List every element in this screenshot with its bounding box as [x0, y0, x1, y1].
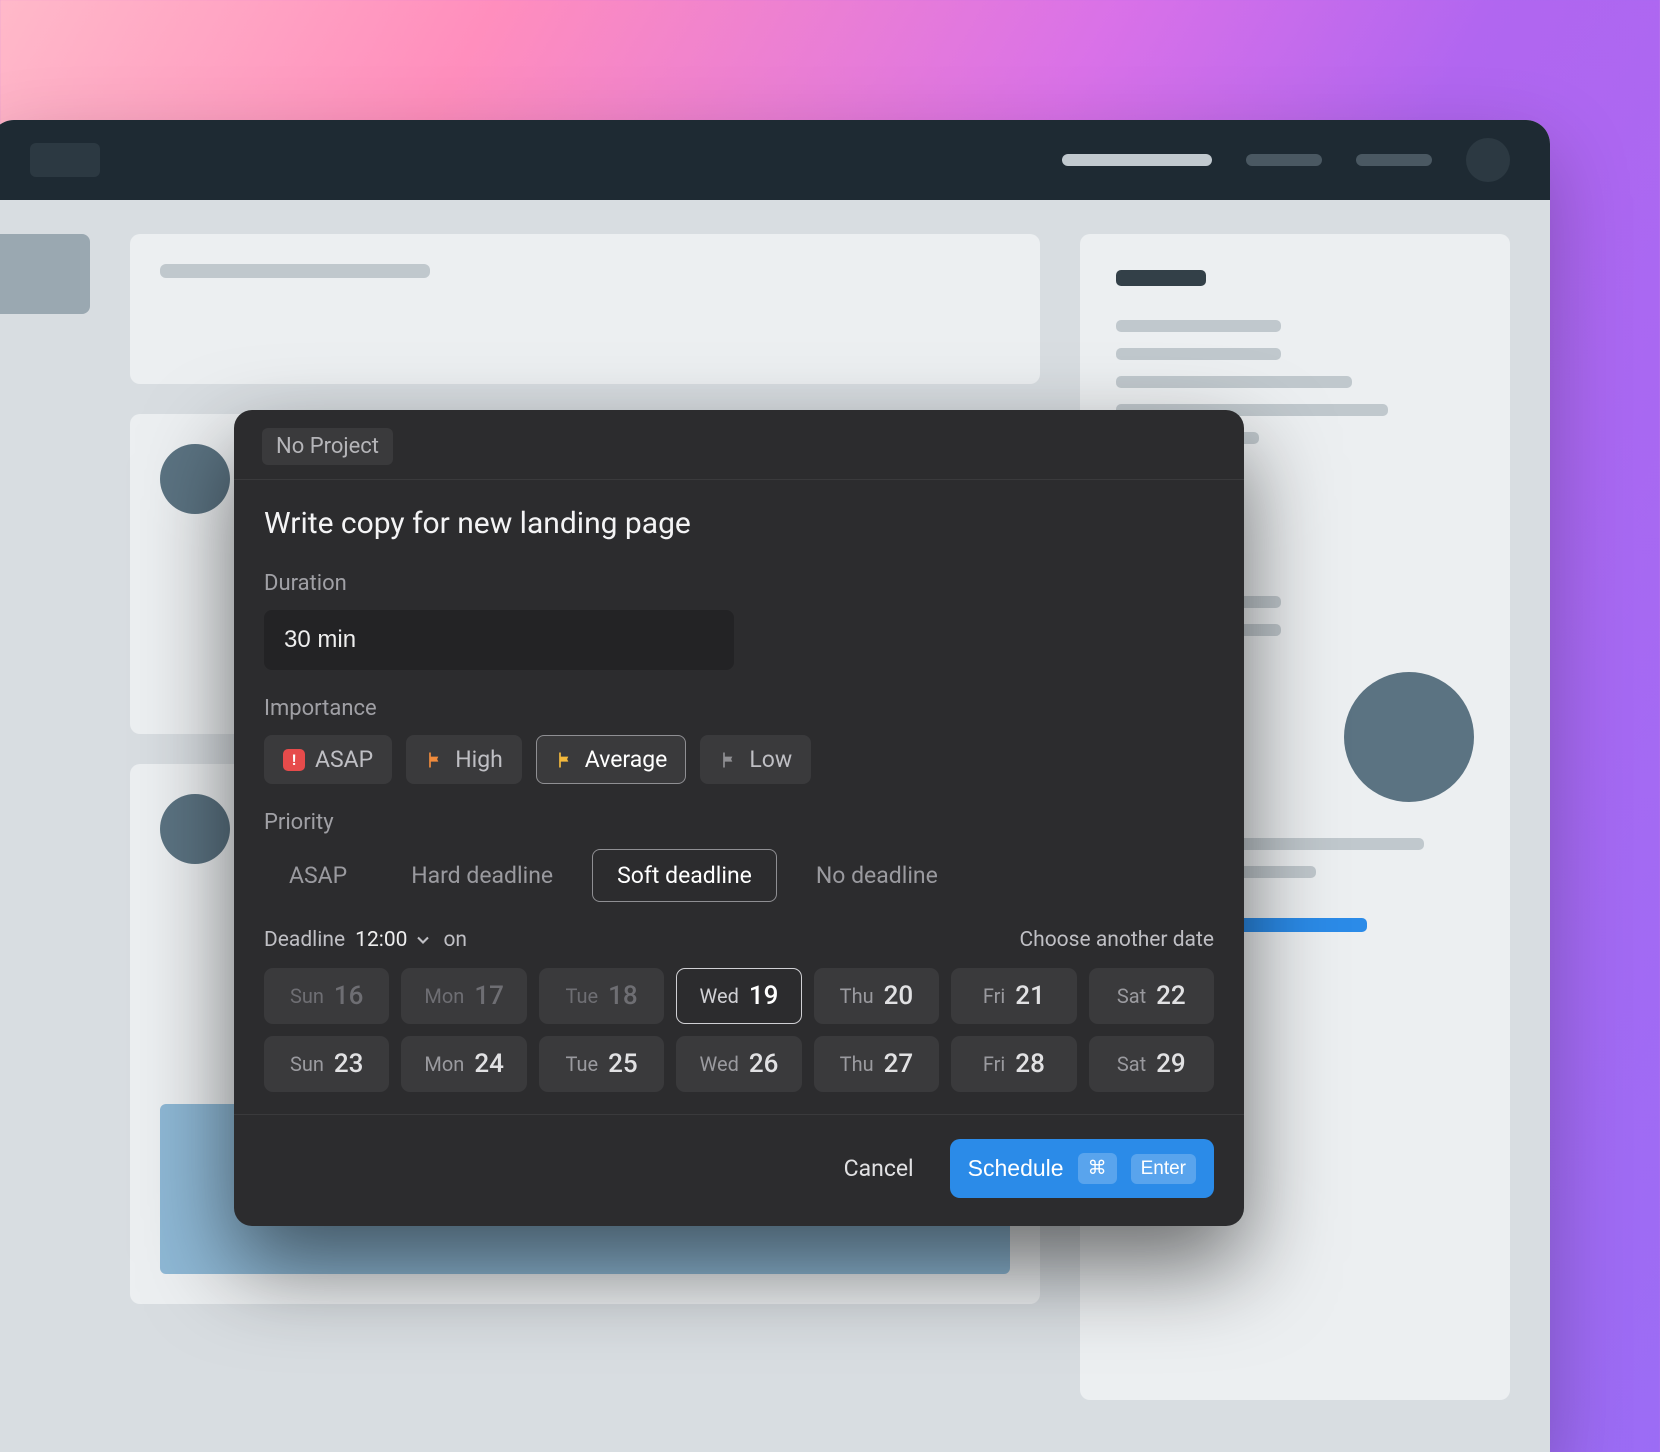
sidebar-placeholder: [0, 234, 90, 314]
importance-label: Importance: [264, 696, 1214, 721]
day-cell-24[interactable]: Mon 24: [401, 1036, 526, 1092]
day-number: 29: [1156, 1049, 1186, 1079]
day-of-week: Wed: [700, 1052, 739, 1076]
day-number: 21: [1015, 981, 1045, 1011]
day-of-week: Thu: [840, 984, 874, 1008]
importance-options: ! ASAP High Average Low: [264, 735, 1214, 784]
priority-option-none[interactable]: No deadline: [791, 849, 963, 902]
nav-placeholder: [1062, 154, 1212, 166]
day-cell-28[interactable]: Fri 28: [951, 1036, 1076, 1092]
day-of-week: Sat: [1117, 1052, 1146, 1076]
app-header: [0, 120, 1550, 200]
day-number: 17: [474, 981, 504, 1011]
day-cell-25[interactable]: Tue 25: [539, 1036, 664, 1092]
brand-placeholder: [30, 143, 100, 177]
day-of-week: Mon: [424, 984, 464, 1008]
schedule-button[interactable]: Schedule ⌘ Enter: [950, 1139, 1214, 1198]
schedule-task-modal: No Project Write copy for new landing pa…: [234, 410, 1244, 1226]
importance-option-high[interactable]: High: [406, 735, 522, 784]
flag-icon: [555, 750, 575, 770]
day-number: 28: [1015, 1049, 1045, 1079]
priority-label: Priority: [264, 810, 1214, 835]
day-number: 23: [334, 1049, 364, 1079]
flag-icon: [719, 750, 739, 770]
day-number: 19: [749, 981, 779, 1011]
importance-option-label: High: [455, 746, 503, 773]
nav-placeholder: [1356, 154, 1432, 166]
importance-option-label: Low: [749, 746, 792, 773]
day-number: 26: [749, 1049, 779, 1079]
day-cell-23[interactable]: Sun 23: [264, 1036, 389, 1092]
day-number: 20: [884, 981, 914, 1011]
day-number: 24: [474, 1049, 504, 1079]
nav-placeholder: [1246, 154, 1322, 166]
day-cell-29[interactable]: Sat 29: [1089, 1036, 1214, 1092]
kbd-enter: Enter: [1131, 1154, 1196, 1184]
day-number: 22: [1156, 981, 1186, 1011]
schedule-button-label: Schedule: [968, 1155, 1064, 1182]
kbd-cmd-icon: ⌘: [1078, 1153, 1117, 1184]
importance-option-low[interactable]: Low: [700, 735, 811, 784]
day-number: 16: [334, 981, 364, 1011]
choose-another-date-link[interactable]: Choose another date: [1019, 928, 1214, 952]
day-cell-16: Sun 16: [264, 968, 389, 1024]
day-cell-17: Mon 17: [401, 968, 526, 1024]
day-of-week: Wed: [700, 984, 739, 1008]
chevron-down-icon: [413, 930, 433, 950]
asap-badge-icon: !: [283, 749, 305, 771]
day-cell-21[interactable]: Fri 21: [951, 968, 1076, 1024]
day-of-week: Tue: [565, 1052, 598, 1076]
deadline-on-label: on: [443, 928, 467, 952]
day-cell-20[interactable]: Thu 20: [814, 968, 939, 1024]
cancel-button[interactable]: Cancel: [836, 1143, 922, 1194]
priority-option-soft[interactable]: Soft deadline: [592, 849, 777, 902]
day-number: 27: [884, 1049, 914, 1079]
importance-option-asap[interactable]: ! ASAP: [264, 735, 392, 784]
duration-input[interactable]: [264, 610, 734, 670]
day-of-week: Fri: [983, 984, 1005, 1008]
priority-options: ASAP Hard deadline Soft deadline No deadlin…: [264, 849, 1214, 902]
day-of-week: Tue: [565, 984, 598, 1008]
day-of-week: Thu: [840, 1052, 874, 1076]
day-of-week: Mon: [424, 1052, 464, 1076]
day-of-week: Sun: [290, 1052, 324, 1076]
day-cell-26[interactable]: Wed 26: [676, 1036, 801, 1092]
day-cell-18: Tue 18: [539, 968, 664, 1024]
importance-option-average[interactable]: Average: [536, 735, 687, 784]
task-title: Write copy for new landing page: [264, 506, 1214, 541]
day-cell-19[interactable]: Wed 19: [676, 968, 801, 1024]
project-row: No Project: [234, 410, 1244, 480]
project-chip[interactable]: No Project: [262, 428, 393, 465]
deadline-day-grid: Sun 16 Mon 17 Tue 18 Wed 19 Thu 20 Fri 21 Sat 22 Sun 23…: [264, 968, 1214, 1092]
avatar-placeholder: [1466, 138, 1510, 182]
day-number: 18: [608, 981, 638, 1011]
day-of-week: Sun: [290, 984, 324, 1008]
card-placeholder: [130, 234, 1040, 384]
importance-option-label: Average: [585, 746, 668, 773]
day-cell-27[interactable]: Thu 27: [814, 1036, 939, 1092]
day-of-week: Sat: [1117, 984, 1146, 1008]
day-of-week: Fri: [983, 1052, 1005, 1076]
sidebar: [0, 234, 90, 1400]
day-cell-22[interactable]: Sat 22: [1089, 968, 1214, 1024]
day-number: 25: [608, 1049, 638, 1079]
duration-label: Duration: [264, 571, 1214, 596]
priority-option-hard[interactable]: Hard deadline: [386, 849, 578, 902]
app-window: No Project Write copy for new landing pa…: [0, 120, 1550, 1452]
deadline-time-select[interactable]: 12:00: [355, 928, 433, 952]
deadline-label: Deadline: [264, 928, 345, 952]
priority-option-asap[interactable]: ASAP: [264, 849, 372, 902]
flag-icon: [425, 750, 445, 770]
importance-option-label: ASAP: [315, 746, 373, 773]
